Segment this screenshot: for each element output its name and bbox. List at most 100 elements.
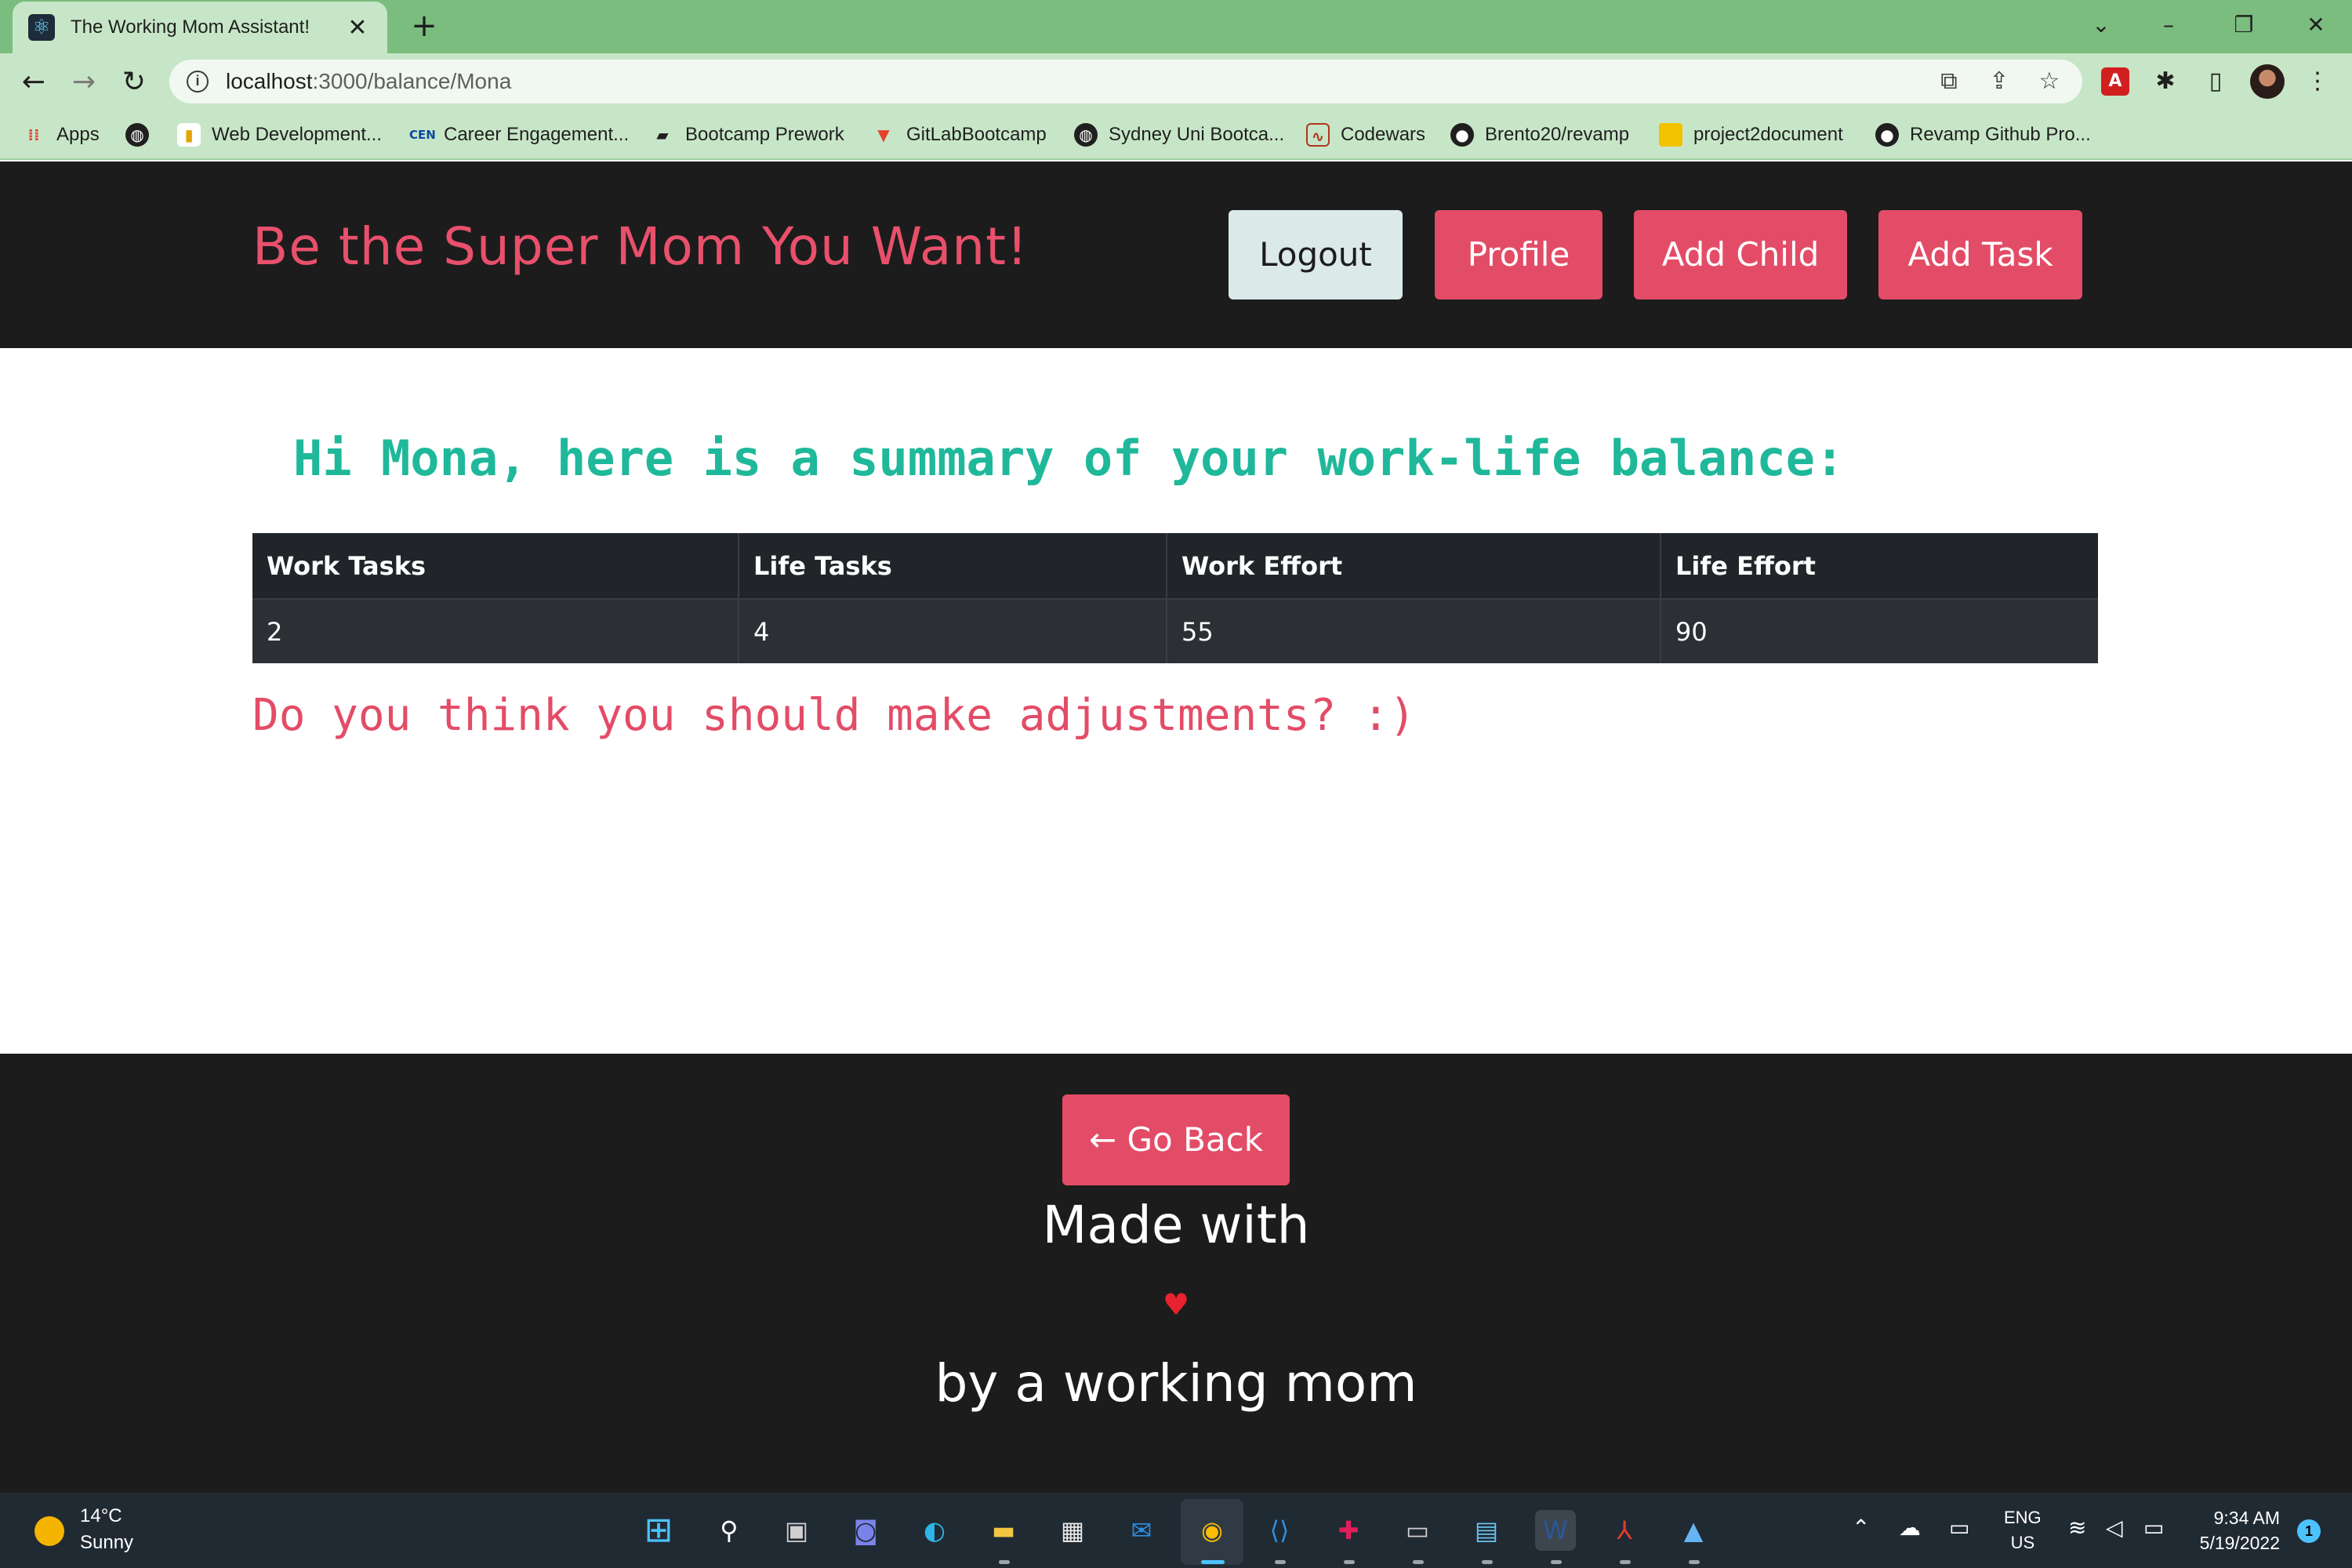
made-with-text: Made with (1042, 1195, 1310, 1255)
running-indicator (1551, 1560, 1562, 1564)
weather-temperature[interactable]: 14°C (80, 1505, 122, 1527)
teams-chat-icon[interactable]: ◙ (845, 1510, 886, 1551)
microsoft-store-icon[interactable]: ▦ (1052, 1510, 1093, 1551)
show-hidden-icons-chevron[interactable]: ⌃ (1852, 1515, 1870, 1541)
cell-life-tasks: 4 (738, 599, 1167, 663)
edge-browser-icon[interactable]: ◐ (914, 1510, 955, 1551)
tab-search-chevron-icon[interactable]: ⌄ (2078, 6, 2125, 44)
by-working-mom-text: by a working mom (935, 1353, 1417, 1414)
balance-table: Work Tasks Life Tasks Work Effort Life E… (252, 533, 2098, 663)
apps-grid-icon: ⁞⁞ (27, 125, 40, 144)
bookmark-web-development[interactable]: ▮ Web Development... (177, 121, 382, 149)
app-footer: ← Go Back Made with ♥ by a working mom (0, 1054, 2352, 1493)
bookmark-apps[interactable]: ⁞⁞ Apps (22, 121, 99, 149)
open-external-icon[interactable]: ⧉ (1933, 66, 1965, 97)
new-tab-button[interactable]: + (406, 8, 442, 44)
search-icon[interactable]: ⚲ (709, 1510, 750, 1551)
mail-icon[interactable]: ✉ (1121, 1510, 1162, 1551)
header-life-effort: Life Effort (1660, 533, 2098, 600)
reload-icon[interactable]: ↻ (114, 63, 154, 102)
display-icon[interactable]: ▭ (1949, 1515, 1969, 1541)
active-indicator (1201, 1560, 1225, 1564)
onedrive-cloud-icon[interactable]: ☁ (1899, 1515, 1921, 1541)
bookmark-career-engagement[interactable]: CEN Career Engagement... (409, 121, 629, 149)
system-clock[interactable]: 9:34 AM 5/19/2022 (2189, 1505, 2280, 1555)
close-tab-icon[interactable]: ✕ (343, 14, 372, 42)
brand-title[interactable]: Be the Super Mom You Want! (252, 216, 1028, 277)
running-indicator (1482, 1560, 1493, 1564)
slack-icon[interactable]: ✚ (1328, 1510, 1369, 1551)
share-icon[interactable]: ⇪ (1984, 66, 2015, 97)
task-view-icon[interactable]: ▣ (776, 1510, 817, 1551)
weather-condition[interactable]: Sunny (80, 1532, 133, 1554)
bookmark-codewars[interactable]: ∿ Codewars (1306, 121, 1425, 149)
running-indicator (1344, 1560, 1355, 1564)
globe-icon: ◍ (1074, 123, 1098, 147)
sun-weather-icon[interactable] (34, 1516, 64, 1546)
language-indicator[interactable]: ENG US (2004, 1505, 2042, 1555)
address-bar[interactable]: i localhost:3000/balance/Mona ⧉ ⇪ ☆ (169, 60, 2082, 103)
back-arrow-icon[interactable]: ← (14, 63, 53, 102)
restore-button[interactable]: ❐ (2220, 6, 2267, 44)
word-icon[interactable]: W (1535, 1510, 1576, 1551)
bookmark-sydney-uni[interactable]: ◍ Sydney Uni Bootca... (1074, 121, 1284, 149)
minimize-button[interactable]: – (2145, 6, 2192, 44)
wifi-icon[interactable]: ≋ (2068, 1515, 2086, 1541)
add-task-button[interactable]: Add Task (1878, 210, 2082, 299)
bookmark-gitlab[interactable]: ▼ GitLabBootcamp (872, 121, 1046, 149)
close-window-button[interactable]: ✕ (2292, 6, 2339, 44)
site-info-icon[interactable]: i (187, 71, 209, 93)
chrome-icon[interactable]: ◉ (1192, 1510, 1232, 1551)
go-back-button[interactable]: ← Go Back (1062, 1094, 1290, 1185)
battery-icon[interactable]: ▭ (2143, 1515, 2164, 1541)
bookmark-revamp-github[interactable]: ● Revamp Github Pro... (1875, 121, 2091, 149)
windows-start-icon[interactable]: ⊞ (638, 1510, 679, 1551)
logout-button[interactable]: Logout (1229, 210, 1403, 299)
bookmark-star-icon[interactable]: ☆ (2034, 66, 2065, 97)
tab-title: The Working Mom Assistant! (71, 16, 310, 38)
heart-icon: ♥ (1162, 1287, 1190, 1322)
balance-greeting: Hi Mona, here is a summary of your work-… (293, 430, 1845, 487)
bookmark-brento-revamp[interactable]: ● Brento20/revamp (1450, 121, 1629, 149)
url-text: localhost:3000/balance/Mona (226, 69, 512, 93)
app-header: Be the Super Mom You Want! Logout Profil… (0, 162, 2352, 348)
forward-arrow-icon[interactable]: → (64, 63, 103, 102)
header-life-tasks: Life Tasks (738, 533, 1167, 600)
bookmarks-bar: ⁞⁞ Apps ◍ ▮ Web Development... CEN Caree… (0, 110, 2352, 160)
cell-life-effort: 90 (1660, 599, 2098, 663)
book-icon: ▰ (656, 125, 669, 144)
profile-button[interactable]: Profile (1435, 210, 1602, 299)
browser-toolbar: ← → ↻ i localhost:3000/balance/Mona ⧉ ⇪ … (0, 53, 2352, 110)
bookmark-icon: ▮ (177, 123, 201, 147)
gitlab-icon: ▼ (877, 125, 890, 144)
acrobat-extension-icon[interactable]: A (2101, 67, 2129, 96)
vscode-icon[interactable]: ⟨⟩ (1259, 1510, 1300, 1551)
file-explorer-icon[interactable]: ▬ (983, 1510, 1024, 1551)
photos-icon[interactable]: ▲ (1673, 1510, 1714, 1551)
volume-icon[interactable]: ◁ (2106, 1515, 2123, 1541)
bookmark-project2document[interactable]: ▬ project2document (1659, 121, 1843, 149)
notification-badge[interactable]: 1 (2297, 1519, 2321, 1543)
browser-tabstrip: ⚛ The Working Mom Assistant! ✕ + ⌄ – ❐ ✕ (0, 0, 2352, 53)
bookmark-globe[interactable]: ◍ (125, 121, 160, 149)
running-indicator (1620, 1560, 1631, 1564)
notepad-icon[interactable]: ▤ (1466, 1510, 1507, 1551)
terminal-icon[interactable]: ▭ (1397, 1510, 1438, 1551)
bookmark-bootcamp-prework[interactable]: ▰ Bootcamp Prework (651, 121, 844, 149)
cell-work-effort: 55 (1166, 599, 1661, 663)
react-favicon-icon: ⚛ (28, 14, 55, 41)
profile-avatar[interactable] (2250, 64, 2285, 99)
add-child-button[interactable]: Add Child (1634, 210, 1847, 299)
os-taskbar: 14°C Sunny ⊞ ⚲ ▣ ◙ ◐ ▬ ▦ ✉ ◉ ⟨⟩ ✚ ▭ ▤ W … (0, 1493, 2352, 1568)
menu-kebab-icon[interactable]: ⋮ (2300, 64, 2335, 99)
github-icon: ● (1450, 123, 1474, 147)
running-indicator (1413, 1560, 1424, 1564)
folder-icon: ▬ (1659, 123, 1682, 147)
browser-tab-active[interactable]: ⚛ The Working Mom Assistant! ✕ (13, 2, 387, 53)
header-work-tasks: Work Tasks (252, 533, 739, 600)
acrobat-icon[interactable]: ⅄ (1604, 1510, 1645, 1551)
side-panel-icon[interactable]: ▯ (2198, 64, 2233, 99)
extensions-puzzle-icon[interactable]: ✱ (2148, 64, 2183, 99)
running-indicator (1689, 1560, 1700, 1564)
table-header-row: Work Tasks Life Tasks Work Effort Life E… (252, 533, 2098, 600)
